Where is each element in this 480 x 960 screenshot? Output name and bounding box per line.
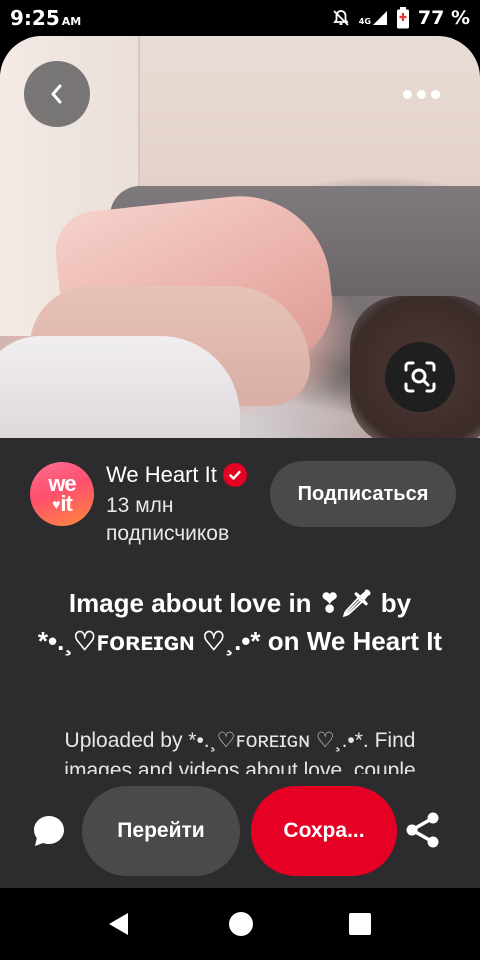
- comment-button[interactable]: [28, 810, 70, 852]
- verified-icon: [222, 463, 247, 487]
- action-bar: Перейти Сохра...: [0, 775, 480, 888]
- heart-icon: ♥: [52, 496, 60, 512]
- status-time: 9:25 AM: [10, 6, 81, 30]
- save-button[interactable]: Сохра...: [251, 786, 397, 876]
- network-type: 4G: [358, 17, 371, 26]
- more-dot: [430, 89, 440, 99]
- cell-signal-icon: 4G: [359, 10, 388, 26]
- pin-title: Image about love in ❣🗡 by *•.¸♡ꜰᴏʀᴇɪɢɴ ♡…: [37, 588, 443, 656]
- system-nav-bar: [0, 888, 480, 960]
- nav-back-icon[interactable]: [106, 911, 132, 937]
- status-clock: 9:25: [10, 6, 60, 30]
- battery-icon: [396, 7, 409, 29]
- follower-count: 13 млн подписчиков: [106, 494, 230, 545]
- more-options-button[interactable]: [396, 76, 446, 112]
- share-icon: [406, 812, 439, 848]
- avatar-logo-bottom: ♥ it: [52, 491, 73, 516]
- follow-button[interactable]: Подписаться: [270, 461, 456, 527]
- visual-search-button[interactable]: [385, 342, 455, 412]
- creator-avatar[interactable]: we ♥ it: [30, 462, 94, 526]
- nav-recents-icon[interactable]: [349, 913, 371, 935]
- creator-name[interactable]: We Heart It: [106, 462, 247, 488]
- mute-icon: [332, 10, 349, 26]
- nav-home-icon[interactable]: [229, 912, 253, 936]
- pin-description: Uploaded by *•.¸♡ꜰᴏʀᴇɪɢɴ ♡¸.•*. Find ima…: [64, 729, 416, 774]
- back-button[interactable]: [24, 61, 90, 127]
- creator-name-label: We Heart It: [106, 462, 217, 487]
- share-button[interactable]: [402, 809, 444, 851]
- creator-row: we ♥ it We Heart It 13 млн подписчиков По…: [0, 438, 480, 568]
- battery-percent: 77 %: [417, 7, 470, 29]
- visual-search-icon: [404, 361, 436, 393]
- avatar-logo-it: it: [60, 491, 72, 516]
- comment-icon: [34, 816, 64, 846]
- photo-blanket: [0, 336, 240, 438]
- status-bar: 9:25 AM 4G 77 %: [0, 0, 480, 36]
- visit-button[interactable]: Перейти: [82, 786, 240, 876]
- status-ampm: AM: [61, 15, 82, 28]
- chevron-left-icon: [51, 84, 62, 104]
- more-dot: [402, 89, 412, 99]
- status-icons: 4G 77 %: [331, 7, 470, 29]
- more-dot: [416, 89, 426, 99]
